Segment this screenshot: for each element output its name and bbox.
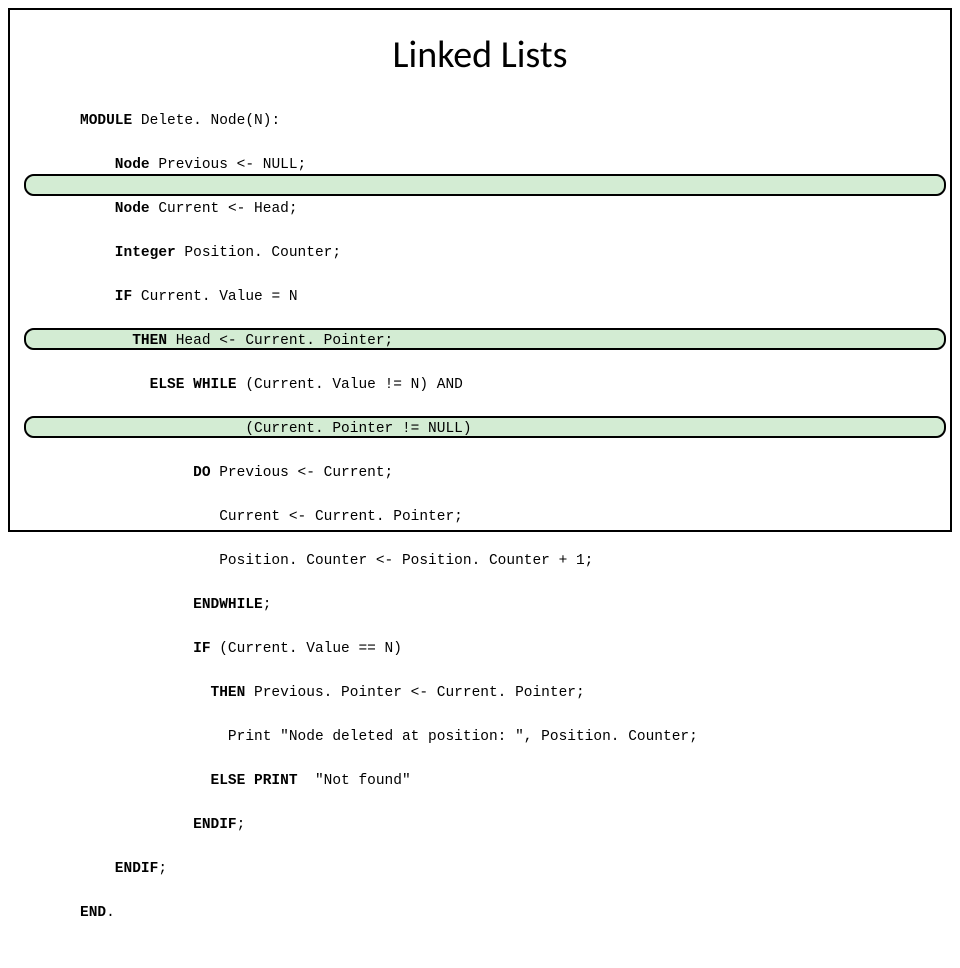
code-line: ENDIF; bbox=[80, 858, 698, 880]
code-line: THEN Head <- Current. Pointer; bbox=[80, 330, 698, 352]
kw: ELSE PRINT bbox=[80, 773, 298, 789]
kw: ENDWHILE bbox=[80, 597, 263, 613]
code-text: Current <- Head; bbox=[150, 201, 298, 217]
code-text: (Current. Pointer != NULL) bbox=[80, 421, 472, 437]
kw: DO bbox=[80, 465, 211, 481]
code-text: Head <- Current. Pointer; bbox=[167, 333, 393, 349]
code-line: IF (Current. Value == N) bbox=[80, 638, 698, 660]
kw: Integer bbox=[80, 245, 176, 261]
code-text: Previous <- NULL; bbox=[150, 157, 307, 173]
code-line: MODULE Delete. Node(N): bbox=[80, 110, 698, 132]
code-text: ; bbox=[158, 861, 167, 877]
kw: ELSE WHILE bbox=[80, 377, 237, 393]
code-line: Print "Node deleted at position: ", Posi… bbox=[80, 726, 698, 748]
kw: IF bbox=[80, 641, 211, 657]
kw: Node bbox=[80, 201, 150, 217]
slide-title: Linked Lists bbox=[10, 32, 950, 78]
code-text: . bbox=[106, 905, 115, 921]
kw: ENDIF bbox=[80, 817, 237, 833]
code-line: ELSE WHILE (Current. Value != N) AND bbox=[80, 374, 698, 396]
code-line: (Current. Pointer != NULL) bbox=[80, 418, 698, 440]
code-line: IF Current. Value = N bbox=[80, 286, 698, 308]
code-line: ENDWHILE; bbox=[80, 594, 698, 616]
code-text: Previous <- Current; bbox=[211, 465, 394, 481]
code-text: Position. Counter <- Position. Counter +… bbox=[80, 553, 593, 569]
code-text: ; bbox=[237, 817, 246, 833]
code-line: ENDIF; bbox=[80, 814, 698, 836]
code-line: Current <- Current. Pointer; bbox=[80, 506, 698, 528]
code-line: Node Previous <- NULL; bbox=[80, 154, 698, 176]
code-text: (Current. Value == N) bbox=[211, 641, 402, 657]
code-line: Node Current <- Head; bbox=[80, 198, 698, 220]
code-text: Previous. Pointer <- Current. Pointer; bbox=[245, 685, 584, 701]
code-text: Delete. Node(N): bbox=[132, 113, 280, 129]
code-line: Position. Counter <- Position. Counter +… bbox=[80, 550, 698, 572]
code-line: ELSE PRINT "Not found" bbox=[80, 770, 698, 792]
kw: IF bbox=[80, 289, 132, 305]
kw: ENDIF bbox=[80, 861, 158, 877]
code-text: "Not found" bbox=[298, 773, 411, 789]
code-text: Current. Value = N bbox=[132, 289, 297, 305]
code-text: ; bbox=[263, 597, 272, 613]
code-line: DO Previous <- Current; bbox=[80, 462, 698, 484]
kw: THEN bbox=[80, 333, 167, 349]
code-text: (Current. Value != N) AND bbox=[237, 377, 463, 393]
code-line: END. bbox=[80, 902, 698, 924]
kw: Node bbox=[80, 157, 150, 173]
code-text: Current <- Current. Pointer; bbox=[80, 509, 463, 525]
code-text: Print "Node deleted at position: ", Posi… bbox=[80, 729, 698, 745]
kw: MODULE bbox=[80, 113, 132, 129]
code-text: Position. Counter; bbox=[176, 245, 341, 261]
code-line: THEN Previous. Pointer <- Current. Point… bbox=[80, 682, 698, 704]
code-line: Integer Position. Counter; bbox=[80, 242, 698, 264]
pseudocode-block: MODULE Delete. Node(N): Node Previous <-… bbox=[80, 88, 698, 968]
kw: END bbox=[80, 905, 106, 921]
slide-frame: Linked Lists MODULE Delete. Node(N): Nod… bbox=[8, 8, 952, 532]
kw: THEN bbox=[80, 685, 245, 701]
